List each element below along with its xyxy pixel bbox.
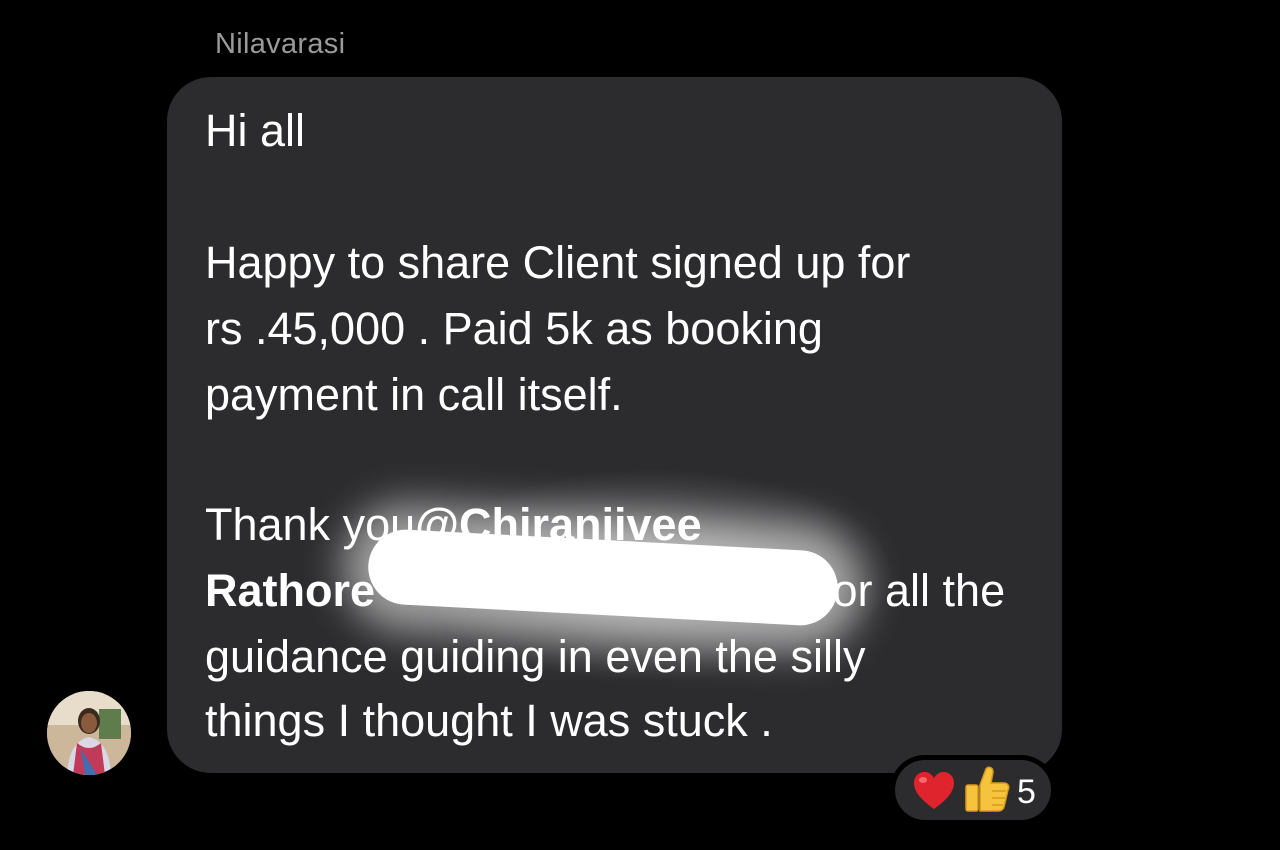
thumbs-up-emoji-icon bbox=[965, 766, 1010, 812]
message-line-mention: Rathore bbox=[205, 563, 375, 619]
chat-view: Nilavarasi Hi all Happy to share Client … bbox=[0, 0, 1280, 850]
reaction-count: 5 bbox=[1017, 773, 1036, 811]
sender-avatar[interactable] bbox=[47, 691, 131, 775]
sender-name: Nilavarasi bbox=[215, 28, 346, 60]
heart-emoji-icon bbox=[914, 772, 954, 809]
message-line-4: payment in call itself. bbox=[205, 369, 623, 420]
message-line-2: Happy to share Client signed up for bbox=[205, 237, 911, 288]
message-line-3: rs .45,000 . Paid 5k as booking bbox=[205, 303, 823, 354]
message-line-9: things I thought I was stuck . bbox=[205, 695, 773, 746]
message-line-greeting: Hi all bbox=[205, 105, 306, 156]
mention-surname[interactable]: Rathore bbox=[205, 565, 375, 616]
avatar-photo-icon bbox=[47, 691, 131, 775]
